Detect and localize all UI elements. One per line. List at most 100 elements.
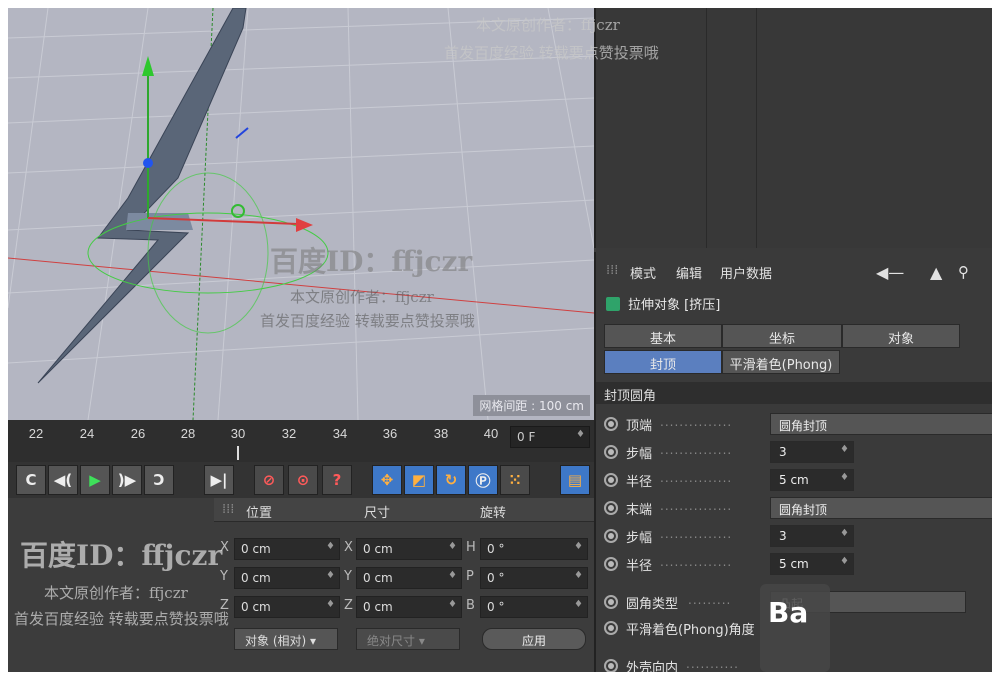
animate-radio[interactable] [604,529,618,543]
rotation-key-icon[interactable]: ↻ [436,465,466,495]
previous-key-icon[interactable]: ◀( [48,465,78,495]
end-cap-value: 圆角封顶 [779,503,828,517]
section-cap-fillet: 封顶圆角 [596,382,992,404]
rotation-b-field[interactable]: 0 ° ♦ [480,596,588,618]
position-y-field[interactable]: 0 cm ♦ [234,567,340,589]
position-z-field[interactable]: 0 cm ♦ [234,596,340,618]
size-x-field[interactable]: 0 cm ♦ [356,538,462,560]
property-row: 半径 ............... 5 cm ♦ [604,552,992,576]
size-y-field[interactable]: 0 cm ♦ [356,567,462,589]
tab-coordinates[interactable]: 坐标 [722,324,842,348]
extrude-object-icon [606,297,620,311]
goto-last-frame-icon[interactable]: ▶| [204,465,234,495]
current-frame-value: 0 F [517,430,536,444]
timeline-window-icon[interactable]: ▤ [560,465,590,495]
rotation-p-field[interactable]: 0 ° ♦ [480,567,588,589]
start-radius-value: 5 cm [779,473,809,487]
scale-key-icon[interactable]: ◩ [404,465,434,495]
animate-radio[interactable] [604,417,618,431]
grip-icon: ⁞⁞⁞ [222,502,235,517]
property-row: 顶端 ............... 圆角封顶 [604,412,992,436]
size-y-value: 0 cm [363,571,393,585]
tab-object[interactable]: 对象 [842,324,960,348]
up-arrow-icon[interactable]: ▲ [930,263,942,282]
parameter-key-icon[interactable]: Ⓟ [468,465,498,495]
start-cap-dropdown[interactable]: 圆角封顶 [770,413,992,435]
property-label: 步幅 [626,447,653,462]
play-icon[interactable]: ▶ [80,465,110,495]
point-level-icon[interactable]: ⁙ [500,465,530,495]
property-label: 步幅 [626,531,653,546]
record-keys-icon[interactable]: ⊘ [254,465,284,495]
tab-basic[interactable]: 基本 [604,324,722,348]
animate-radio[interactable] [604,445,618,459]
menu-edit[interactable]: 编辑 [676,263,702,282]
property-label: 外壳向内 [626,661,679,672]
goto-end-icon[interactable]: Ɔ [144,465,174,495]
animate-radio[interactable] [604,473,618,487]
search-icon[interactable]: ⚲ [958,263,969,281]
back-arrow-icon[interactable]: ◀— [876,263,904,282]
animate-radio[interactable] [604,659,618,672]
watermark-note: 首发百度经验 转载要点赞投票哦 [260,312,475,330]
rotation-b-value: 0 ° [487,600,505,614]
start-steps-value: 3 [779,445,787,459]
grid-spacing-label: 网格间距 : 100 cm [473,395,590,416]
leader-dots: ............... [660,499,733,513]
size-x-value: 0 cm [363,542,393,556]
size-axis-label: Y [344,569,352,584]
column-divider [706,8,707,248]
size-mode-dropdown[interactable]: 绝对尺寸 ▾ [356,628,460,650]
next-key-icon[interactable]: )▶ [112,465,142,495]
timeline-tick: 32 [281,426,297,441]
apply-button[interactable]: 应用 [482,628,586,650]
property-row: 步幅 ............... 3 ♦ [604,440,992,464]
start-steps-field[interactable]: 3 ♦ [770,441,854,463]
end-cap-dropdown[interactable]: 圆角封顶 [770,497,992,519]
tab-phong[interactable]: 平滑着色(Phong) [722,350,840,374]
rot-axis-label: P [466,569,474,584]
position-key-icon[interactable]: ✥ [372,465,402,495]
keyframe-selection-icon[interactable]: ? [322,465,352,495]
animate-radio[interactable] [604,501,618,515]
position-y-value: 0 cm [241,571,271,585]
property-label: 顶端 [626,419,653,434]
animate-radio[interactable] [604,621,618,635]
leader-dots: ............... [660,471,733,485]
coordinate-mode-dropdown[interactable]: 对象 (相对) ▾ [234,628,338,650]
goto-start-icon[interactable]: C [16,465,46,495]
menu-mode[interactable]: 模式 [630,263,656,282]
current-frame-field[interactable]: 0 F ♦ [510,426,590,448]
bolt-bevel [126,213,193,230]
3d-viewport[interactable]: 网格间距 : 100 cm [8,8,594,420]
auto-key-icon[interactable]: ⊙ [288,465,318,495]
property-row: 末端 ............... 圆角封顶 [604,496,992,520]
size-mode-value: 绝对尺寸 [367,634,416,648]
end-steps-field[interactable]: 3 ♦ [770,525,854,547]
tab-caps[interactable]: 封顶 [604,350,722,374]
x-axis-arrow-icon [296,218,313,232]
rotation-header: 旋转 [480,506,507,521]
end-radius-value: 5 cm [779,557,809,571]
start-radius-field[interactable]: 5 cm ♦ [770,469,854,491]
rot-axis-label: H [466,540,476,555]
animate-radio[interactable] [604,595,618,609]
leader-dots: ......... [688,593,732,607]
rotation-h-field[interactable]: 0 ° ♦ [480,538,588,560]
coordinate-mode-value: 对象 (相对) [245,634,307,648]
menu-userdata[interactable]: 用户数据 [720,263,772,282]
position-x-field[interactable]: 0 cm ♦ [234,538,340,560]
leader-dots: ............... [660,415,733,429]
animate-radio[interactable] [604,557,618,571]
property-label: 半径 [626,475,653,490]
column-divider [756,8,757,248]
timeline-tick: 40 [483,426,499,441]
size-z-field[interactable]: 0 cm ♦ [356,596,462,618]
watermark-author: 本文原创作者：ffjczr [290,288,434,306]
size-axis-label: X [344,540,353,555]
end-radius-field[interactable]: 5 cm ♦ [770,553,854,575]
watermark-id: 百度ID：ffjczr [270,245,473,278]
playhead-marker[interactable] [237,446,239,460]
app-window: 网格间距 : 100 cm 22 24 26 28 30 32 34 36 38… [8,8,992,672]
timeline-ruler[interactable]: 22 24 26 28 30 32 34 36 38 40 0 F ♦ [8,420,594,462]
